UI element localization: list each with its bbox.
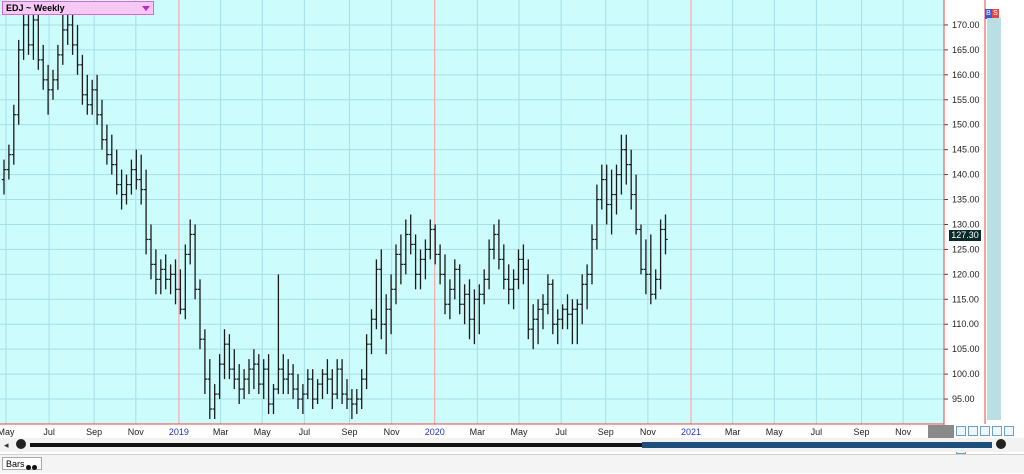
y-tick-label: 125.00 <box>952 244 980 254</box>
y-tick-label: 160.00 <box>952 70 980 80</box>
corner-box <box>928 425 954 438</box>
price-chart: 95.00 100.00 105.00 110.00 115.00 120.00 125.0… <box>0 0 986 438</box>
chart-tool-buttons <box>956 426 1024 454</box>
y-tick-label: 150.00 <box>952 120 980 130</box>
x-tick-label: Mar <box>725 427 741 437</box>
x-tick-label: Sep <box>598 427 614 437</box>
reset-icon[interactable] <box>980 426 990 436</box>
scroll-handle-left-icon[interactable] <box>16 439 26 449</box>
x-tick-label: Jul <box>811 427 823 437</box>
x-tick-label: May <box>510 427 528 437</box>
x-tick-label: May <box>0 427 15 437</box>
dropdown-arrow-icon[interactable] <box>142 6 150 11</box>
bars-tab-label: Bars <box>6 459 25 469</box>
x-tick-label: May <box>254 427 272 437</box>
split-icon[interactable] <box>992 426 1002 436</box>
x-tick-label: Nov <box>895 427 912 437</box>
x-tick-label: Mar <box>470 427 486 437</box>
x-tick-label: 2020 <box>425 427 445 437</box>
scroll-arrow-left-icon[interactable]: ◂ <box>4 440 9 451</box>
x-tick-label: May <box>766 427 784 437</box>
zoom-out-icon[interactable] <box>956 426 966 436</box>
y-tick-label: 115.00 <box>952 294 979 304</box>
y-tick-label: 165.00 <box>952 45 980 55</box>
x-tick-label: Sep <box>86 427 102 437</box>
y-tick-label: 110.00 <box>952 319 979 329</box>
chart-area: 95.00 100.00 105.00 110.00 115.00 120.00 125.0… <box>0 0 1024 438</box>
x-tick-label: Nov <box>640 427 657 437</box>
y-tick-label: 95.00 <box>952 394 975 404</box>
y-tick-label: 100.00 <box>952 369 980 379</box>
last-price-marker: 127.30 <box>949 230 981 241</box>
bars-tab[interactable]: Bars <box>2 457 42 470</box>
bottom-tab-bar: Bars <box>0 454 1024 473</box>
y-tick-label: 105.00 <box>952 344 980 354</box>
scroll-thumb[interactable] <box>642 442 992 448</box>
x-tick-label: 2019 <box>169 427 189 437</box>
y-tick-label: 170.00 <box>952 20 980 30</box>
symbol-title: EDJ ~ Weekly <box>6 3 65 13</box>
x-tick-label: Nov <box>128 427 145 437</box>
x-tick-label: Jul <box>43 427 55 437</box>
x-tick-label: Jul <box>555 427 567 437</box>
link-icon <box>26 461 38 470</box>
scroll-handle-right-icon[interactable] <box>996 439 1006 449</box>
x-tick-label: Sep <box>341 427 357 437</box>
x-tick-label: 2021 <box>681 427 701 437</box>
y-tick-label: 120.00 <box>952 269 980 279</box>
y-tick-label: 155.00 <box>952 95 980 105</box>
y-tick-label: 135.00 <box>952 195 980 205</box>
zoom-in-icon[interactable] <box>968 426 978 436</box>
scroll-right-icon[interactable] <box>1004 426 1014 436</box>
symbol-title-tab[interactable]: EDJ ~ Weekly <box>2 1 154 15</box>
x-tick-label: Mar <box>213 427 229 437</box>
y-tick-label: 145.00 <box>952 145 980 155</box>
x-tick-label: Jul <box>299 427 311 437</box>
x-tick-label: Nov <box>384 427 401 437</box>
y-tick-label: 140.00 <box>952 170 980 180</box>
x-tick-label: Sep <box>853 427 869 437</box>
time-scrollbar[interactable]: ◂ <box>0 438 1024 452</box>
y-tick-label: 130.00 <box>952 219 980 229</box>
plot-background <box>0 0 944 424</box>
right-panel-strip <box>987 18 1001 420</box>
